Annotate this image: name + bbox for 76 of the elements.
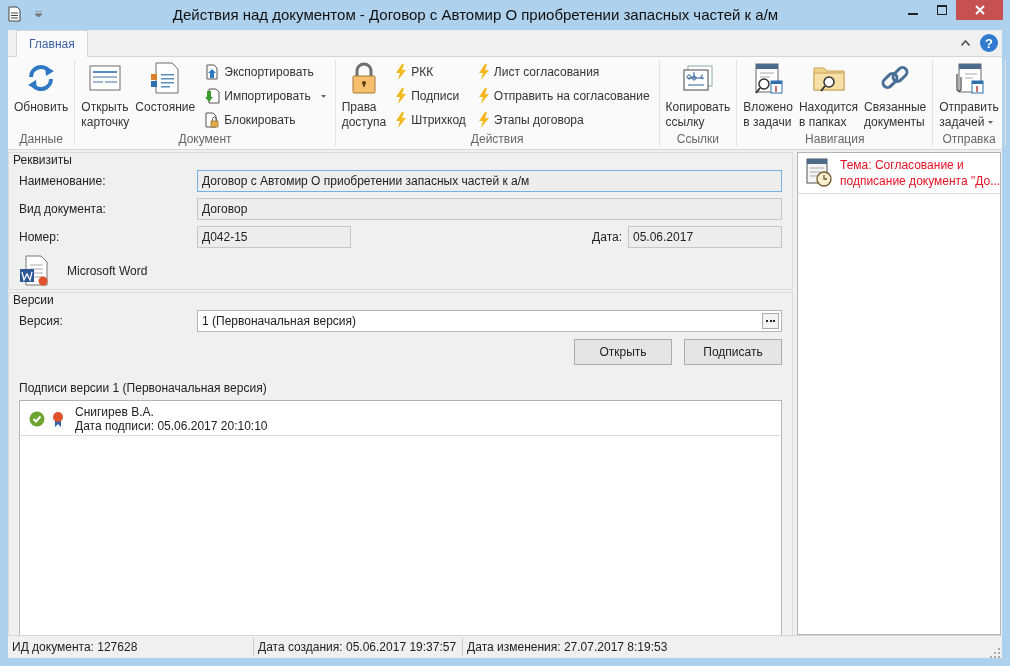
action-button[interactable]: Подписать [684, 339, 782, 365]
version-field[interactable]: 1 (Первоначальная версия) [197, 310, 782, 332]
field-label: Номер: [19, 230, 61, 244]
award-ribbon-icon [53, 410, 63, 427]
ribbon-button[interactable]: Находится в папках [795, 60, 862, 130]
ribbon-button[interactable]: Этапы договора [474, 108, 653, 132]
text-field[interactable]: Договор с Автомир О приобретении запасных частей к а/м [197, 170, 782, 192]
collapse-ribbon-button[interactable] [961, 40, 970, 46]
ribbon-button[interactable]: Импортировать [201, 84, 329, 108]
card-icon [89, 62, 122, 94]
file-name[interactable]: Microsoft Word [67, 264, 148, 278]
field-label: Дата: [592, 230, 623, 244]
close-icon [974, 5, 985, 15]
signer-name: Снигирев В.А. [75, 404, 155, 419]
field-label: Версия: [19, 314, 64, 328]
ribbon-button[interactable]: Штрихкод [392, 108, 469, 132]
lightning-icon [477, 64, 490, 80]
ribbon-group-label: Отправка [941, 132, 997, 146]
field-label: Вид документа: [19, 202, 107, 216]
text-field[interactable]: Договор [197, 198, 782, 220]
document-icon [8, 6, 21, 22]
ribbon-button[interactable]: Связанные документы [861, 60, 930, 130]
quick-access-caret-icon [35, 11, 42, 17]
signatures-heading: Подписи версии 1 (Первоначальная версия) [19, 380, 268, 396]
status-text: ИД документа: 127628 [8, 638, 254, 656]
import-icon [204, 88, 221, 104]
ribbon-group-label: Документ [177, 132, 233, 146]
calendar-clip-icon [953, 62, 985, 94]
calendar-clock-icon [806, 157, 832, 187]
ribbon-group-label: Ссылки [675, 132, 721, 146]
window-title: Действия над документом - Договор с Автомир О приобретении запасных частей к а/м [171, 5, 780, 25]
ribbon-button[interactable]: Обновить [11, 60, 72, 115]
lightning-icon [477, 112, 490, 128]
minimize-icon [907, 12, 918, 15]
field-label: Наименование: [19, 174, 107, 188]
ribbon-button[interactable]: Открыть карточку [78, 60, 133, 130]
ribbon-button[interactable]: Блокировать [201, 108, 329, 132]
browse-button[interactable] [762, 313, 779, 329]
resize-grip-icon [990, 648, 1000, 658]
ribbon-group-label: Данные [18, 132, 64, 146]
status-text: Дата создания: 05.06.2017 19:37:57 [254, 638, 464, 656]
text-field[interactable]: 05.06.2017 [628, 226, 782, 248]
signature-date: Дата подписи: 05.06.2017 20:10:10 [75, 418, 268, 433]
ribbon-button[interactable]: Отправить задачей [936, 60, 1002, 130]
ribbon-button[interactable]: Экспортировать [201, 60, 329, 84]
ribbon-tab[interactable]: Главная [16, 30, 88, 57]
action-button[interactable]: Открыть [574, 339, 672, 365]
lightning-icon [477, 88, 490, 104]
lightning-icon [395, 64, 408, 80]
ribbon-group-label: Навигация [804, 132, 866, 146]
calendar-search-icon [752, 62, 785, 94]
lightning-icon [395, 112, 408, 128]
locked-document-icon [204, 112, 221, 128]
help-button[interactable]: ? [980, 34, 998, 52]
ribbon-button[interactable]: Вложено в задачи [740, 60, 796, 130]
word-document-icon [19, 255, 49, 287]
maximize-icon [936, 5, 947, 15]
document-icon [149, 62, 182, 94]
ribbon-button[interactable]: Подписи [392, 84, 469, 108]
ribbon-button[interactable]: Состояние [132, 60, 199, 115]
ribbon-button[interactable]: РКК [392, 60, 469, 84]
status-text: Дата изменения: 27.07.2017 8:19:53 [466, 639, 669, 656]
lightning-icon [395, 88, 408, 104]
section-title: Реквизиты [13, 153, 72, 167]
ribbon-group-label: Действия [469, 132, 525, 146]
ribbon-button[interactable]: Копировать ссылку [662, 60, 734, 130]
text-box-icon [681, 62, 714, 94]
task-subject[interactable]: Тема: Согласование и подписание документа "До... [840, 157, 1001, 189]
close-button[interactable] [956, 0, 1003, 20]
chevron-up-icon [961, 40, 970, 46]
ribbon-button[interactable]: Права доступа [338, 60, 390, 130]
ribbon-button[interactable]: Отправить на согласование [474, 84, 653, 108]
text-field[interactable]: Д042-15 [197, 226, 351, 248]
section-title: Версии [13, 293, 55, 307]
ribbon-button[interactable]: Лист согласования [474, 60, 653, 84]
export-icon [204, 64, 221, 80]
